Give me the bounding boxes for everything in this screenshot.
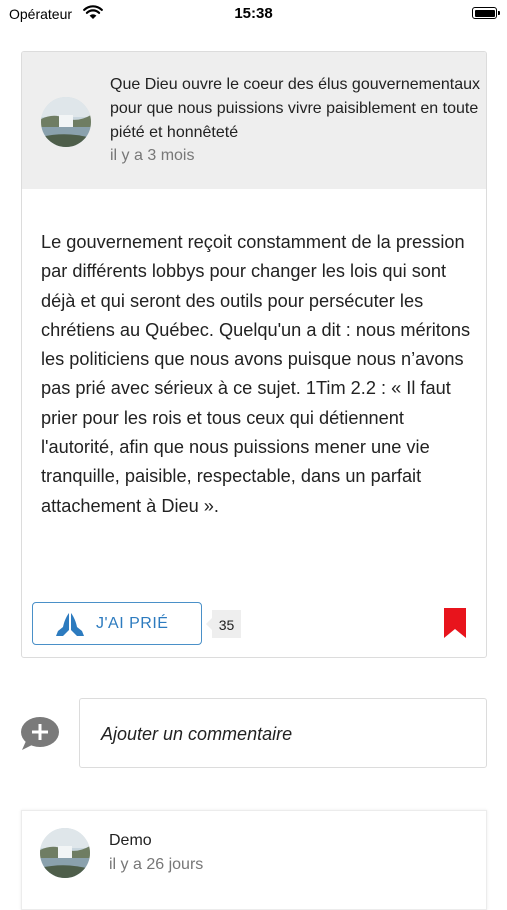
post-title: Que Dieu ouvre le coeur des élus gouvern… <box>110 76 480 141</box>
add-comment-placeholder: Ajouter un commentaire <box>101 724 293 744</box>
post-timestamp: il y a 3 mois <box>110 147 195 164</box>
praying-hands-icon <box>55 611 85 642</box>
battery-icon <box>472 7 500 19</box>
post-header: Que Dieu ouvre le coeur des élus gouvern… <box>22 52 486 189</box>
add-comment-field[interactable]: Ajouter un commentaire <box>79 698 487 768</box>
comment-timestamp: il y a 26 jours <box>109 856 204 873</box>
prayer-post-card: Que Dieu ouvre le coeur des élus gouvern… <box>21 51 487 658</box>
post-body: Le gouvernement reçoit constamment de la… <box>41 232 471 516</box>
add-comment-icon[interactable] <box>20 716 60 757</box>
clock: 15:38 <box>234 5 273 22</box>
bookmark-icon[interactable] <box>443 608 467 643</box>
comment-item: Demo il y a 26 jours <box>21 810 487 910</box>
i-prayed-label: J'AI PRIÉ <box>96 615 169 632</box>
comment-author-avatar[interactable] <box>40 828 90 878</box>
status-bar: Opérateur 15:38 <box>0 0 507 30</box>
comment-author-name: Demo <box>109 832 152 849</box>
i-prayed-button[interactable]: J'AI PRIÉ <box>32 602 202 645</box>
author-avatar[interactable] <box>41 97 91 147</box>
prayer-count-badge: 35 <box>206 610 241 638</box>
